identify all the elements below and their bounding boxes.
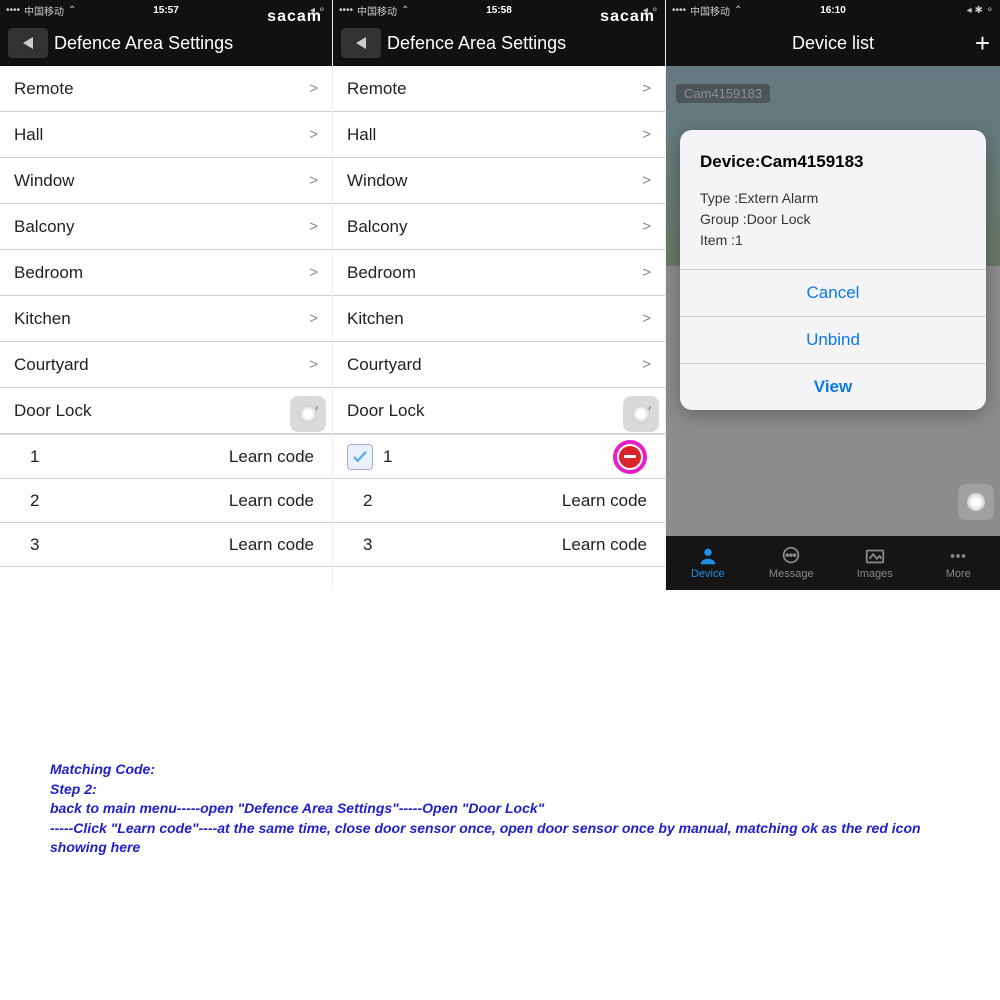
area-row-kitchen[interactable]: Kitchen>: [333, 296, 665, 342]
cancel-button[interactable]: Cancel: [680, 269, 986, 316]
assistive-touch[interactable]: [623, 396, 659, 432]
back-button[interactable]: [341, 28, 381, 58]
nav-bar: Defence Area Settings: [333, 20, 665, 66]
nav-bar: Device list +: [666, 20, 1000, 66]
area-row-window[interactable]: Window>: [333, 158, 665, 204]
screen-defence-1: sacam ••••中国移动⌃ 15:57 ◂ ⚬ Defence Area S…: [0, 0, 333, 590]
more-icon: [947, 546, 969, 566]
learn-row-3[interactable]: 3Learn code: [333, 523, 665, 567]
doorlock-sublist: 1 2Learn code 3Learn code: [333, 434, 665, 567]
area-row-courtyard[interactable]: Courtyard>: [0, 342, 332, 388]
learn-row-3[interactable]: 3Learn code: [0, 523, 332, 567]
screen-defence-2: sacam ••••中国移动⌃ 15:58 ◂ ⚬ Defence Area S…: [333, 0, 666, 590]
alert-title: Device:Cam4159183: [700, 152, 966, 172]
brand-logo: sacam: [600, 8, 655, 26]
tab-bar: Device Message Images More: [666, 536, 1000, 590]
nav-bar: Defence Area Settings: [0, 20, 332, 66]
person-icon: [697, 546, 719, 566]
assistive-touch[interactable]: [958, 484, 994, 520]
learn-row-2[interactable]: 2Learn code: [0, 479, 332, 523]
instructions-text: Matching Code: Step 2: back to main menu…: [50, 760, 970, 858]
alarm-alert-sheet: Device:Cam4159183 Type :Extern Alarm Gro…: [680, 130, 986, 410]
tab-message[interactable]: Message: [750, 536, 834, 590]
carrier-label: 中国移动: [24, 3, 64, 18]
tab-device[interactable]: Device: [666, 536, 750, 590]
unbind-button[interactable]: Unbind: [680, 316, 986, 363]
assistive-touch[interactable]: [290, 396, 326, 432]
area-row-window[interactable]: Window>: [0, 158, 332, 204]
area-row-balcony[interactable]: Balcony>: [0, 204, 332, 250]
area-row-hall[interactable]: Hall>: [0, 112, 332, 158]
area-row-balcony[interactable]: Balcony>: [333, 204, 665, 250]
add-device-button[interactable]: +: [975, 28, 990, 59]
area-row-doorlock[interactable]: Door Lockv: [0, 388, 332, 434]
delete-icon[interactable]: [613, 440, 647, 474]
area-row-hall[interactable]: Hall>: [333, 112, 665, 158]
page-title: Defence Area Settings: [387, 33, 566, 54]
area-row-courtyard[interactable]: Courtyard>: [333, 342, 665, 388]
area-list: Remote> Hall> Window> Balcony> Bedroom> …: [0, 66, 332, 434]
area-row-doorlock[interactable]: Door Lockv: [333, 388, 665, 434]
area-row-kitchen[interactable]: Kitchen>: [0, 296, 332, 342]
back-button[interactable]: [8, 28, 48, 58]
area-row-remote[interactable]: Remote>: [333, 66, 665, 112]
doorlock-sublist: 1Learn code 2Learn code 3Learn code: [0, 434, 332, 567]
status-time: 15:57: [153, 5, 179, 16]
learn-row-1-matched[interactable]: 1: [333, 435, 665, 479]
area-list: Remote> Hall> Window> Balcony> Bedroom> …: [333, 66, 665, 434]
view-button[interactable]: View: [680, 363, 986, 410]
alert-detail: Type :Extern Alarm Group :Door Lock Item…: [700, 188, 966, 251]
screen-device-list: ••••中国移动⌃ 16:10 ◂ ✱ ⚬ Device list + Cam4…: [666, 0, 1000, 590]
images-icon: [864, 546, 886, 566]
learn-row-1[interactable]: 1Learn code: [0, 435, 332, 479]
check-icon[interactable]: [347, 444, 373, 470]
tab-more[interactable]: More: [917, 536, 1000, 590]
page-title: Defence Area Settings: [54, 33, 233, 54]
status-bar: ••••中国移动⌃ 16:10 ◂ ✱ ⚬: [666, 0, 1000, 20]
message-icon: [780, 546, 802, 566]
brand-logo: sacam: [267, 8, 322, 26]
area-row-bedroom[interactable]: Bedroom>: [0, 250, 332, 296]
page-title: Device list: [792, 33, 874, 54]
tab-images[interactable]: Images: [833, 536, 917, 590]
area-row-remote[interactable]: Remote>: [0, 66, 332, 112]
area-row-bedroom[interactable]: Bedroom>: [333, 250, 665, 296]
learn-row-2[interactable]: 2Learn code: [333, 479, 665, 523]
